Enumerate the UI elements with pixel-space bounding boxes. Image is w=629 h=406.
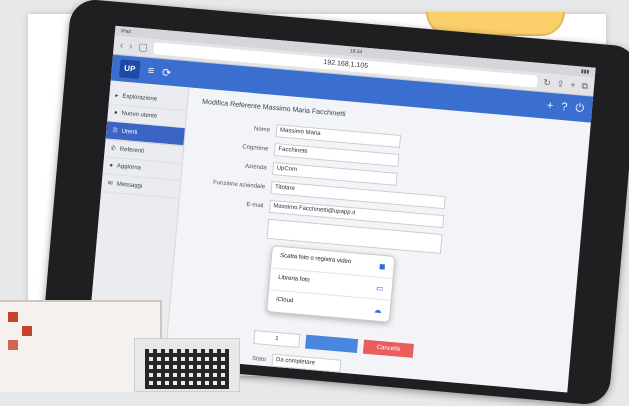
cloud-icon: ☁ — [373, 305, 383, 316]
sidebar-item-label: Nuovo utente — [121, 110, 158, 120]
brand-square — [8, 312, 18, 322]
status-label: Stato — [251, 355, 267, 363]
qr-code — [145, 349, 229, 389]
sidebar-item-label: Aggiorna — [116, 163, 142, 172]
sync-icon[interactable]: ⟳ — [162, 66, 172, 80]
back-icon[interactable]: ‹ — [119, 40, 123, 51]
sidebar-item-label: Utenti — [121, 128, 138, 136]
user-icon: ● — [113, 109, 118, 117]
popover-item-label: Scatta foto o registra video — [279, 252, 352, 266]
field-label: Cognome — [242, 143, 269, 153]
users-icon: ☰ — [112, 127, 118, 135]
qr-code-card — [134, 338, 240, 392]
message-icon: ✉ — [107, 180, 113, 188]
save-button[interactable] — [305, 334, 359, 354]
field-label: Azienda — [244, 163, 267, 171]
photo-source-popover: Scatta foto o registra video ◼ Libreria … — [266, 245, 396, 323]
status-select[interactable]: Da completare — [271, 353, 342, 373]
field-label: E-mail — [246, 201, 264, 209]
refresh-icon: ● — [109, 162, 114, 170]
new-tab-icon[interactable]: + — [570, 80, 576, 90]
tabs-icon[interactable]: ⧉ — [581, 80, 588, 92]
power-icon[interactable]: ⏻ — [575, 102, 585, 116]
camera-icon: ◼ — [378, 261, 386, 272]
field-label: Funzione aziendale — [212, 179, 266, 190]
app-logo[interactable]: UP — [119, 59, 141, 80]
forward-icon[interactable]: › — [129, 41, 133, 52]
menu-icon[interactable]: ≡ — [147, 65, 154, 78]
status-carrier: iPad — [120, 28, 132, 36]
help-icon[interactable]: ? — [561, 101, 568, 113]
field-label: Nome — [253, 125, 271, 134]
folder-icon: ▸ — [115, 93, 119, 100]
brand-square — [22, 326, 32, 336]
quantity-stepper[interactable]: 1 — [253, 330, 301, 348]
gallery-icon: ▭ — [375, 283, 385, 294]
status-row: Stato Da completare — [251, 352, 342, 373]
bookmarks-icon[interactable]: ▢ — [138, 41, 148, 53]
phone-icon: ✆ — [110, 145, 117, 153]
cancel-button[interactable]: Cancella — [362, 339, 414, 358]
popover-item-label: iCloud — [275, 296, 294, 305]
status-time: 18:34 — [349, 48, 363, 56]
reload-icon[interactable]: ↻ — [543, 77, 551, 89]
popover-item-label: Libreria foto — [277, 274, 310, 284]
brand-square — [8, 340, 18, 350]
battery-icon: ▮▮▮ — [580, 68, 590, 76]
sidebar-item-label: Esplorazione — [122, 93, 158, 103]
sidebar-item-label: Messaggi — [116, 180, 143, 190]
sidebar-item-label: Referenti — [119, 146, 145, 155]
add-icon[interactable]: + — [546, 100, 553, 113]
share-icon[interactable]: ⇪ — [556, 78, 565, 90]
